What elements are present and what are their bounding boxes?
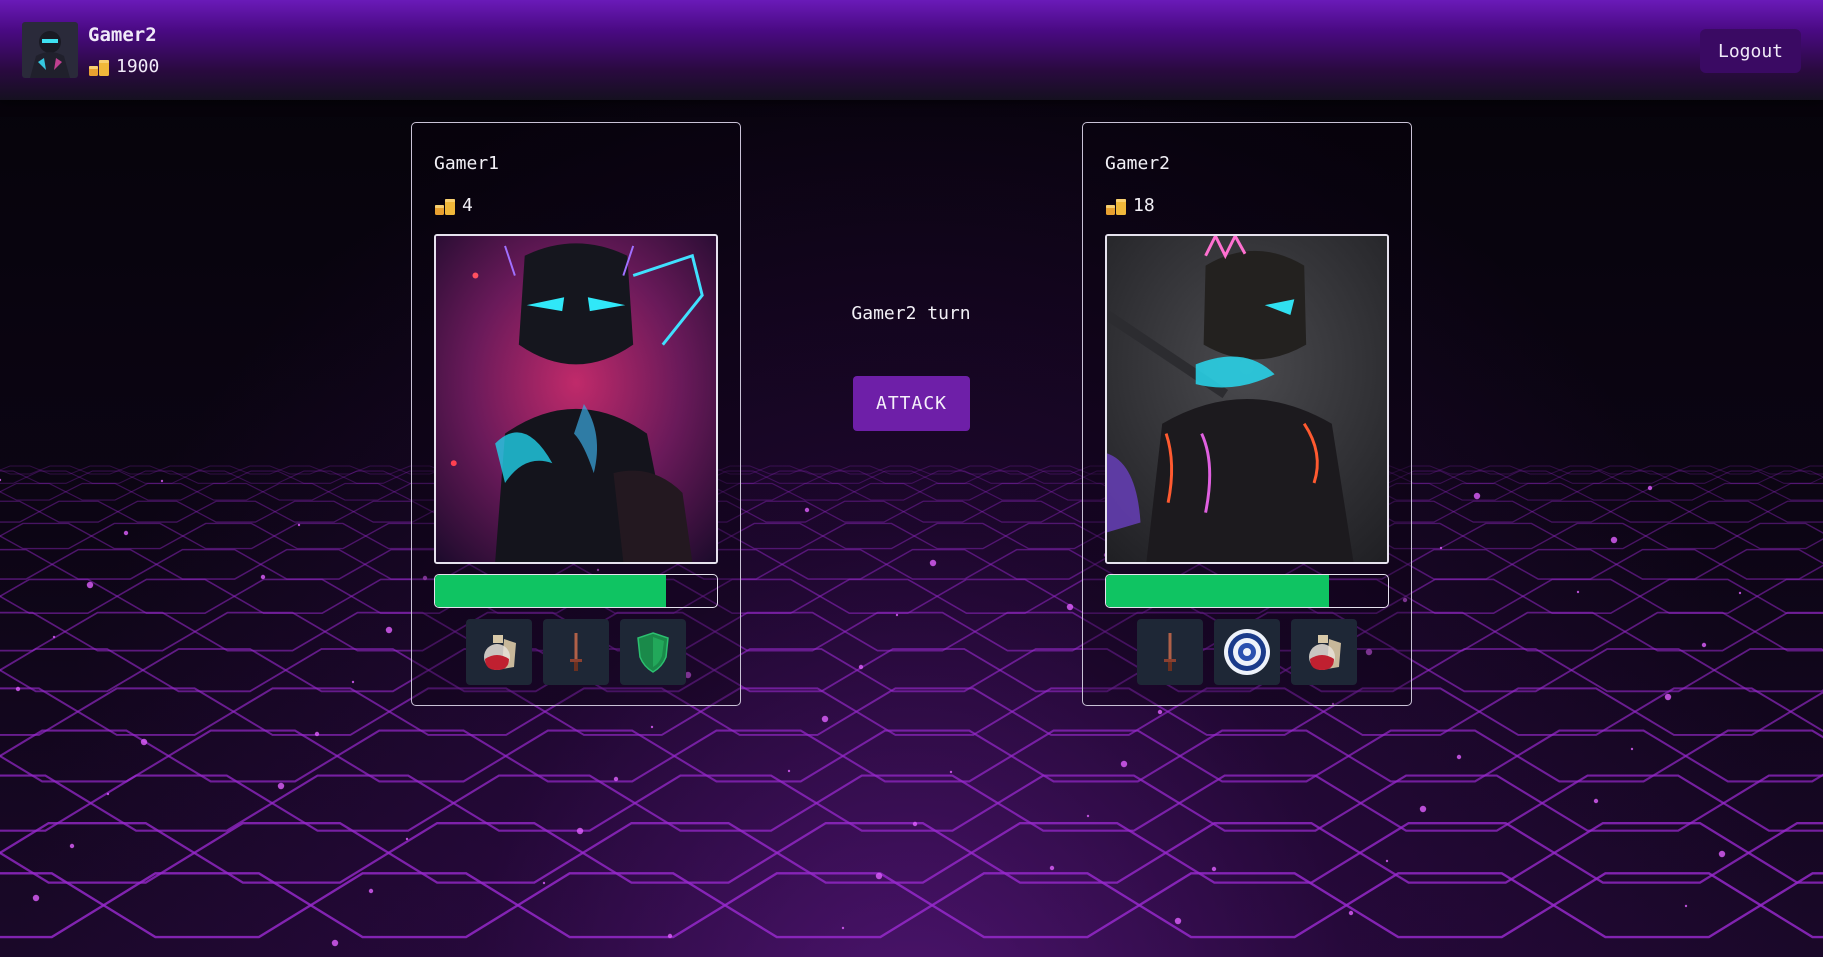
item-slot-potion[interactable] xyxy=(1291,619,1357,685)
inventory xyxy=(412,619,740,685)
user-avatar[interactable] xyxy=(22,22,78,78)
item-slot-emblem[interactable] xyxy=(1214,619,1280,685)
inventory xyxy=(1083,619,1411,685)
player-name: Gamer2 xyxy=(1105,153,1171,174)
header-username: Gamer2 xyxy=(88,24,157,46)
cyber-warrior-portrait xyxy=(1107,236,1387,562)
attack-button[interactable]: ATTACK xyxy=(853,376,970,431)
item-slot-dagger[interactable] xyxy=(1137,619,1203,685)
player-name: Gamer1 xyxy=(434,153,500,174)
coin-stack-icon xyxy=(435,198,455,215)
item-slot-shield[interactable] xyxy=(620,619,686,685)
coin-stack-icon xyxy=(89,59,109,76)
top-bar: Gamer2 1900 Logout xyxy=(0,0,1823,100)
player-coins: 18 xyxy=(1105,195,1155,216)
header-coins: 1900 xyxy=(88,56,159,77)
player-coins: 4 xyxy=(434,195,473,216)
health-bar xyxy=(1105,574,1389,608)
header-coin-count: 1900 xyxy=(116,56,160,77)
coin-stack-icon xyxy=(1106,198,1126,215)
logout-button[interactable]: Logout xyxy=(1700,29,1801,73)
player-portrait xyxy=(434,234,718,564)
player-coin-count: 18 xyxy=(1133,195,1155,216)
dagger-icon xyxy=(570,633,582,671)
player-card-gamer1: Gamer1 4 xyxy=(411,122,741,706)
dagger-icon xyxy=(1164,633,1176,671)
health-bar xyxy=(434,574,718,608)
player-coin-count: 4 xyxy=(462,195,473,216)
item-slot-dagger[interactable] xyxy=(543,619,609,685)
item-slot-potion[interactable] xyxy=(466,619,532,685)
hex-grid-background xyxy=(0,440,1823,957)
cyber-knight-portrait xyxy=(436,236,716,562)
health-bar-fill xyxy=(1106,575,1329,607)
turn-indicator: Gamer2 turn xyxy=(851,303,971,324)
player-portrait xyxy=(1105,234,1389,564)
warrior-avatar-icon xyxy=(22,22,78,78)
potion-icon xyxy=(1309,635,1341,670)
player-card-gamer2: Gamer2 18 xyxy=(1082,122,1412,706)
shield-icon xyxy=(637,632,669,673)
emblem-icon xyxy=(1224,629,1270,675)
health-bar-fill xyxy=(435,575,667,607)
potion-icon xyxy=(484,635,516,670)
